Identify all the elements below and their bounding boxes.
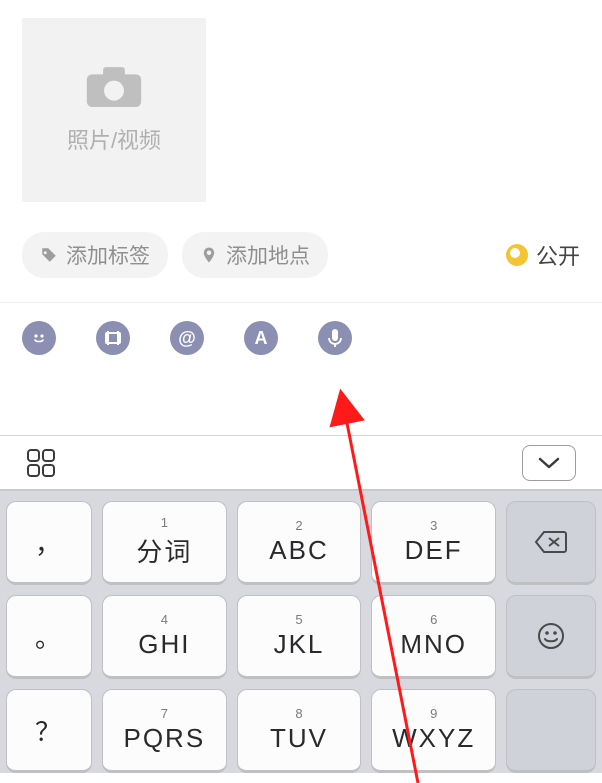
compose-area: 照片/视频 添加标签 添加地点 公开 [0, 0, 602, 278]
key-6[interactable]: 6MNO [371, 595, 496, 679]
voice-icon[interactable] [318, 321, 352, 355]
key-4[interactable]: 4GHI [102, 595, 227, 679]
visibility-label: 公开 [536, 239, 580, 271]
font-icon[interactable]: A [244, 321, 278, 355]
tag-icon [40, 246, 58, 264]
input-toolbar: @ A [0, 303, 602, 373]
add-photo-button[interactable]: 照片/视频 [22, 18, 206, 202]
camera-icon [85, 65, 143, 109]
key-8[interactable]: 8TUV [237, 689, 362, 773]
keyboard-switch-icon[interactable] [26, 448, 56, 478]
keyboard-topbar [0, 435, 602, 491]
key-7[interactable]: 7PQRS [102, 689, 227, 773]
add-location-label: 添加地点 [226, 240, 310, 270]
location-icon [200, 246, 218, 264]
chevron-down-icon [537, 456, 561, 470]
key-backspace[interactable] [506, 501, 596, 585]
keyboard-collapse-button[interactable] [522, 445, 576, 481]
key-punct-question[interactable]: ？ [6, 689, 92, 773]
key-9[interactable]: 9WXYZ [371, 689, 496, 773]
add-location-chip[interactable]: 添加地点 [182, 232, 328, 278]
key-func-blank[interactable] [506, 689, 596, 773]
keyboard: ， 1分词 2ABC 3DEF 。 4GHI 5JKL 6MNO ？ 7PQRS… [0, 435, 602, 783]
key-2[interactable]: 2ABC [237, 501, 362, 585]
add-photo-label: 照片/视频 [67, 123, 161, 155]
key-5[interactable]: 5JKL [237, 595, 362, 679]
backspace-icon [534, 530, 568, 554]
key-punct-period[interactable]: 。 [6, 595, 92, 679]
topic-icon[interactable] [96, 321, 130, 355]
visibility-toggle[interactable]: 公开 [506, 239, 580, 271]
key-emoji[interactable] [506, 595, 596, 679]
key-1[interactable]: 1分词 [102, 501, 227, 585]
globe-icon [506, 244, 528, 266]
emoji-key-icon [536, 621, 566, 651]
key-punct-comma[interactable]: ， [6, 501, 92, 585]
emoji-icon[interactable] [22, 321, 56, 355]
add-tag-label: 添加标签 [66, 240, 150, 270]
chip-row: 添加标签 添加地点 公开 [22, 232, 580, 278]
key-3[interactable]: 3DEF [371, 501, 496, 585]
mention-icon[interactable]: @ [170, 321, 204, 355]
add-tag-chip[interactable]: 添加标签 [22, 232, 168, 278]
